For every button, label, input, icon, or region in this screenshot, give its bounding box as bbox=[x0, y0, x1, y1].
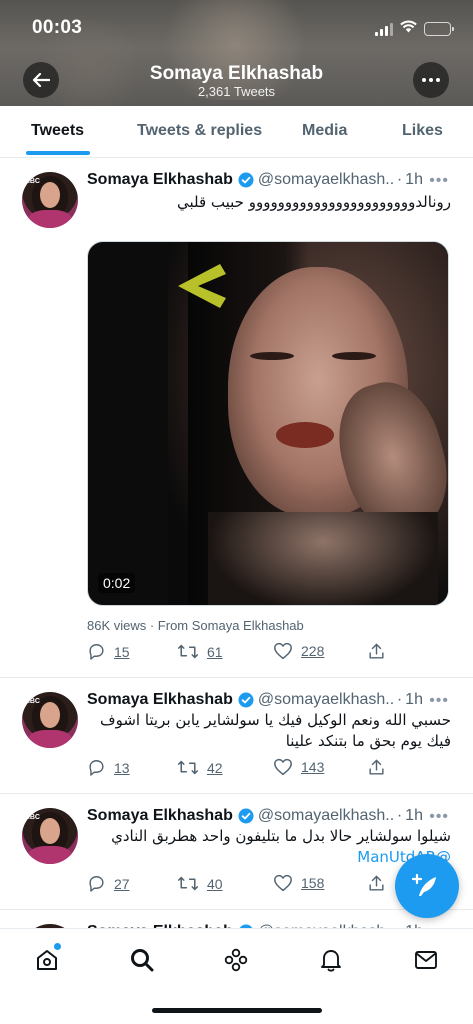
retweet-icon bbox=[177, 876, 199, 891]
heart-icon bbox=[274, 758, 292, 776]
bell-icon bbox=[321, 950, 341, 972]
wifi-icon bbox=[400, 20, 417, 38]
tweet-text: حسبي الله ونعم الوكيل فيك يا سولشاير ياب… bbox=[100, 711, 451, 750]
reply-icon bbox=[89, 644, 104, 660]
more-options-button[interactable] bbox=[413, 62, 449, 98]
share-button[interactable] bbox=[367, 758, 386, 777]
share-icon bbox=[369, 643, 384, 659]
reply-icon bbox=[89, 876, 104, 892]
tweet-video[interactable]: 0:02 bbox=[87, 241, 449, 606]
tweet-count: 2,361 Tweets bbox=[197, 84, 276, 99]
like-button[interactable]: 158 bbox=[273, 874, 324, 892]
tweet-actions: 27 40 158 bbox=[87, 874, 392, 896]
tweet-text: شيلوا سولشاير حالا بدل ما بتليفون واحد ه… bbox=[111, 827, 451, 845]
tweet-more-icon[interactable]: ••• bbox=[429, 692, 449, 710]
profile-name: Somaya Elkhashab bbox=[149, 63, 324, 84]
tab-likes[interactable]: Likes bbox=[402, 122, 443, 140]
share-button[interactable] bbox=[367, 874, 386, 893]
reply-button[interactable]: 13 bbox=[87, 758, 130, 777]
heart-icon bbox=[274, 874, 292, 892]
home-indicator bbox=[152, 1008, 322, 1013]
avatar[interactable]: MBC bbox=[22, 692, 78, 748]
cellular-signal-icon bbox=[375, 22, 393, 36]
battery-icon bbox=[424, 22, 454, 36]
avatar[interactable]: MBC bbox=[22, 808, 78, 864]
retweet-count: 40 bbox=[207, 875, 223, 892]
status-time: 00:03 bbox=[32, 17, 83, 38]
active-tab-indicator bbox=[26, 151, 90, 155]
author-handle[interactable]: @somayaelkhash... bbox=[258, 807, 394, 825]
share-icon bbox=[369, 875, 384, 891]
author-name[interactable]: Somaya Elkhashab bbox=[87, 171, 233, 189]
reply-count: 15 bbox=[114, 643, 130, 660]
retweet-count: 61 bbox=[207, 643, 223, 660]
nav-spaces[interactable] bbox=[221, 945, 251, 975]
verified-badge-icon bbox=[238, 808, 254, 824]
tweet-time[interactable]: 1h bbox=[405, 171, 423, 189]
tweet-header: Somaya Elkhashab @somayaelkhash... · 1h bbox=[87, 807, 423, 825]
reply-icon bbox=[89, 760, 104, 776]
tweet-time[interactable]: 1h bbox=[405, 807, 423, 825]
share-button[interactable] bbox=[367, 642, 386, 661]
reply-count: 13 bbox=[114, 759, 130, 776]
tweet-actions: 15 61 228 bbox=[87, 642, 392, 664]
nav-search[interactable] bbox=[127, 945, 157, 975]
retweet-icon bbox=[177, 760, 199, 775]
heart-icon bbox=[274, 642, 292, 660]
tweet-time[interactable]: 1h bbox=[405, 691, 423, 709]
author-handle[interactable]: @somayaelkhash... bbox=[258, 171, 394, 189]
spaces-icon bbox=[224, 948, 248, 972]
author-name[interactable]: Somaya Elkhashab bbox=[87, 807, 233, 825]
like-count: 228 bbox=[301, 643, 325, 659]
feather-plus-icon bbox=[412, 873, 436, 896]
home-icon bbox=[37, 950, 57, 970]
like-button[interactable]: 143 bbox=[273, 758, 324, 776]
retweet-icon bbox=[177, 644, 199, 659]
tweet-header: Somaya Elkhashab @somayaelkhash... · 1h bbox=[87, 171, 423, 189]
status-icons bbox=[375, 20, 454, 38]
tweet-mention-link[interactable]: @ManUtdAR bbox=[87, 847, 451, 868]
verified-badge-icon bbox=[238, 172, 254, 188]
video-duration: 0:02 bbox=[98, 573, 136, 593]
author-handle[interactable]: @somayaelkhash... bbox=[258, 691, 394, 709]
like-count: 158 bbox=[301, 875, 325, 891]
tweet-header: Somaya Elkhashab @somayaelkhash... · 1h bbox=[87, 691, 423, 709]
nav-home[interactable] bbox=[32, 943, 62, 975]
tab-tweets[interactable]: Tweets bbox=[31, 122, 84, 140]
retweet-button[interactable]: 61 bbox=[177, 642, 223, 661]
like-button[interactable]: 228 bbox=[273, 642, 324, 660]
profile-tabs: Tweets Tweets & replies Media Likes bbox=[0, 106, 473, 158]
compose-tweet-button[interactable] bbox=[395, 854, 459, 918]
tweet[interactable]: MBC Somaya Elkhashab @somayaelkhash... ·… bbox=[0, 678, 473, 794]
mail-icon bbox=[415, 951, 437, 969]
reply-button[interactable]: 15 bbox=[87, 642, 130, 661]
retweet-count: 42 bbox=[207, 759, 223, 776]
tab-tweets-replies[interactable]: Tweets & replies bbox=[137, 122, 262, 140]
like-count: 143 bbox=[301, 759, 325, 775]
retweet-button[interactable]: 42 bbox=[177, 758, 223, 777]
tab-media[interactable]: Media bbox=[302, 122, 347, 140]
author-name[interactable]: Somaya Elkhashab bbox=[87, 691, 233, 709]
verified-badge-icon bbox=[238, 692, 254, 708]
video-overlay-arrow bbox=[178, 264, 226, 308]
share-icon bbox=[369, 759, 384, 775]
tweet-more-icon[interactable]: ••• bbox=[429, 172, 449, 190]
reply-count: 27 bbox=[114, 875, 130, 892]
tweet-text: رونالدووووووووووووووووووووووو حبيب قلبي bbox=[176, 193, 451, 211]
reply-button[interactable]: 27 bbox=[87, 874, 130, 893]
search-icon bbox=[131, 949, 154, 972]
nav-messages[interactable] bbox=[411, 945, 441, 975]
profile-header: 00:03 Somaya Elkhashab 2,361 Tweets bbox=[0, 0, 473, 106]
home-notification-dot bbox=[54, 943, 61, 950]
tweet[interactable]: MBC Somaya Elkhashab @somayaelkhash... ·… bbox=[0, 158, 473, 678]
tweet-more-icon[interactable]: ••• bbox=[429, 808, 449, 826]
tweet-actions: 13 42 143 bbox=[87, 758, 392, 780]
ellipsis-icon bbox=[422, 78, 440, 82]
avatar[interactable]: MBC bbox=[22, 172, 78, 228]
retweet-button[interactable]: 40 bbox=[177, 874, 223, 893]
nav-notifications[interactable] bbox=[316, 945, 346, 975]
video-views: 86K views · From Somaya Elkhashab bbox=[87, 618, 304, 633]
